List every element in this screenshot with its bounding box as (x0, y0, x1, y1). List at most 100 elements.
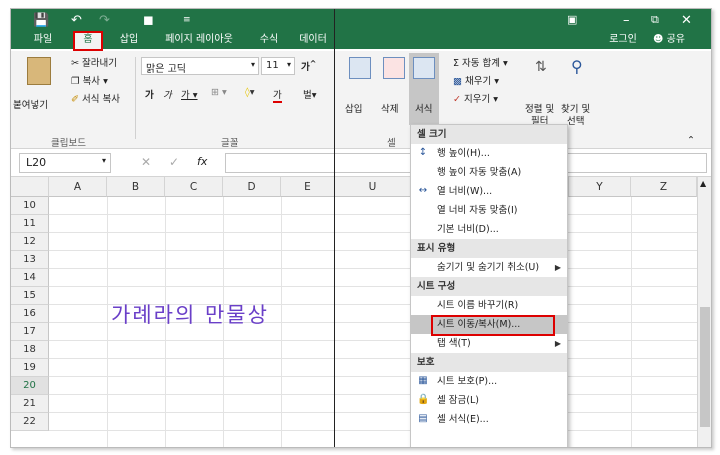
fill-button[interactable]: ▩ 채우기 ▾ (453, 73, 499, 87)
row-header[interactable]: 17 (11, 323, 49, 341)
column-header[interactable]: U (335, 177, 411, 197)
bold-button[interactable]: 가 (145, 87, 154, 101)
column-header[interactable]: Y (569, 177, 631, 197)
row-header[interactable]: 16 (11, 305, 49, 323)
menu-item[interactable]: 탭 색(T) ▶ (411, 334, 567, 353)
menu-item[interactable]: ↔ 열 너비(W)... (411, 182, 567, 201)
save-icon[interactable]: 💾 (33, 13, 49, 28)
phonetic-icon[interactable]: 벌▾ (303, 87, 317, 101)
cells-group-label: 셀 (387, 138, 396, 149)
collapse-ribbon-icon[interactable]: ⌃ (687, 135, 695, 146)
format-cells-icon[interactable] (413, 57, 435, 79)
submenu-arrow-icon: ▶ (554, 263, 561, 272)
cut-button[interactable]: ✂ 잘라내기 (71, 55, 117, 69)
grid-line (49, 214, 697, 215)
row-header[interactable]: 13 (11, 251, 49, 269)
menu-item[interactable]: 기본 너비(D)... (411, 220, 567, 239)
row-header[interactable]: 18 (11, 341, 49, 359)
column-header[interactable]: Z (631, 177, 697, 197)
customize-qat-icon[interactable]: ≡ (183, 15, 191, 25)
tab-data[interactable]: 데이터 (291, 31, 335, 51)
column-header[interactable]: B (107, 177, 165, 197)
menu-item[interactable]: ▦ 시트 보호(P)... (411, 372, 567, 391)
row-height-icon: ↕ (418, 147, 428, 158)
menu-item[interactable]: 숨기기 및 숨기기 취소(U) ▶ (411, 258, 567, 277)
menu-item[interactable]: 시트 이동/복사(M)... (411, 315, 567, 336)
italic-button[interactable]: 가 (163, 87, 172, 101)
paste-button[interactable]: 붙여넣기 (13, 97, 48, 111)
select-all-corner[interactable] (11, 177, 49, 197)
row-header[interactable]: 10 (11, 197, 49, 215)
grid-line (49, 286, 697, 287)
insert-function-icon[interactable]: fx (197, 155, 207, 168)
column-header[interactable]: C (165, 177, 223, 197)
row-header[interactable]: 11 (11, 215, 49, 233)
cancel-icon[interactable]: ✕ (141, 155, 151, 169)
tab-home[interactable]: 홈 (73, 31, 103, 51)
minimize-icon[interactable]: – (623, 13, 630, 28)
menu-item[interactable]: ▤ 셀 서식(E)... (411, 410, 567, 429)
border-icon[interactable]: ⊞ ▾ (211, 87, 227, 98)
column-header[interactable]: E (281, 177, 335, 197)
grid-line (49, 232, 697, 233)
menu-item-label: 행 높이(H)... (437, 148, 490, 159)
font-color-icon[interactable]: 가 (273, 87, 282, 103)
scroll-up-icon[interactable]: ▲ (700, 179, 706, 188)
autosum-button[interactable]: Σ 자동 합계 ▾ (453, 55, 508, 69)
fill-color-icon[interactable]: ◊▾ (245, 87, 254, 98)
row-header[interactable]: 20 (11, 377, 49, 395)
clear-button[interactable]: ✓ 지우기 ▾ (453, 91, 498, 105)
delete-cells-icon[interactable] (383, 57, 405, 79)
row-header[interactable]: 15 (11, 287, 49, 305)
tab-formulas[interactable]: 수식 (251, 31, 287, 51)
menu-section-header: 보호 (411, 353, 567, 372)
menu-item[interactable]: 열 너비 자동 맞춤(I) (411, 201, 567, 220)
undo-icon[interactable]: ↶ (71, 13, 82, 28)
name-box[interactable]: L20 ▾ (19, 153, 111, 173)
vertical-scrollbar[interactable]: ▲ (697, 177, 711, 447)
grid-line (49, 358, 697, 359)
menu-item[interactable]: 시트 이름 바꾸기(R) (411, 296, 567, 315)
paste-icon[interactable] (27, 57, 51, 85)
tab-insert[interactable]: 삽입 (111, 31, 147, 51)
menu-section-header: 시트 구성 (411, 277, 567, 296)
column-header[interactable]: D (223, 177, 281, 197)
clipboard-group-label: 클립보드 (51, 138, 86, 149)
share-button[interactable]: ☻ 공유 (647, 31, 691, 51)
tab-file[interactable]: 파일 (25, 31, 61, 51)
login-link[interactable]: 로그인 (601, 31, 645, 51)
font-name-select[interactable]: 맑은 고딕 ▾ (141, 57, 259, 75)
insert-cells-icon[interactable] (349, 57, 371, 79)
column-header[interactable]: A (49, 177, 107, 197)
ribbon-display-icon[interactable]: ▣ (567, 13, 577, 26)
copy-button[interactable]: ❐ 복사 ▾ (71, 73, 108, 87)
scrollbar-thumb[interactable] (700, 307, 710, 427)
font-size-select[interactable]: 11 ▾ (261, 57, 295, 75)
row-header[interactable]: 14 (11, 269, 49, 287)
grow-font-icon[interactable]: 가^ (301, 59, 316, 73)
menu-item[interactable]: ↕ 행 높이(H)... (411, 144, 567, 163)
insert-button[interactable]: 삽입 (345, 101, 362, 115)
close-icon[interactable]: ✕ (681, 13, 692, 28)
magnifier-icon[interactable]: ⚲ (571, 57, 583, 76)
find-select-button-line2[interactable]: 선택 (567, 113, 584, 127)
camera-icon[interactable]: ◼ (143, 13, 154, 28)
menu-item[interactable]: 행 높이 자동 맞춤(A) (411, 163, 567, 182)
row-header[interactable]: 22 (11, 413, 49, 431)
format-painter-button[interactable]: ✐ 서식 복사 (71, 91, 120, 105)
row-header[interactable]: 12 (11, 233, 49, 251)
tab-page-layout[interactable]: 페이지 레이아웃 (151, 31, 247, 51)
row-header[interactable]: 21 (11, 395, 49, 413)
delete-button[interactable]: 삭제 (381, 101, 398, 115)
underline-button[interactable]: 가 ▾ (181, 87, 198, 101)
submenu-arrow-icon: ▶ (554, 339, 561, 348)
restore-icon[interactable]: ⧉ (651, 13, 659, 27)
sort-filter-icon[interactable]: ⇅ (535, 59, 547, 75)
composite-divider (334, 9, 335, 447)
redo-icon[interactable]: ↷ (99, 13, 110, 28)
row-header[interactable]: 19 (11, 359, 49, 377)
menu-item[interactable]: 🔒 셀 잠금(L) (411, 391, 567, 410)
enter-icon[interactable]: ✓ (169, 155, 179, 169)
fill-down-icon: ▩ (453, 76, 462, 87)
menu-item-label: 기본 너비(D)... (437, 224, 499, 235)
